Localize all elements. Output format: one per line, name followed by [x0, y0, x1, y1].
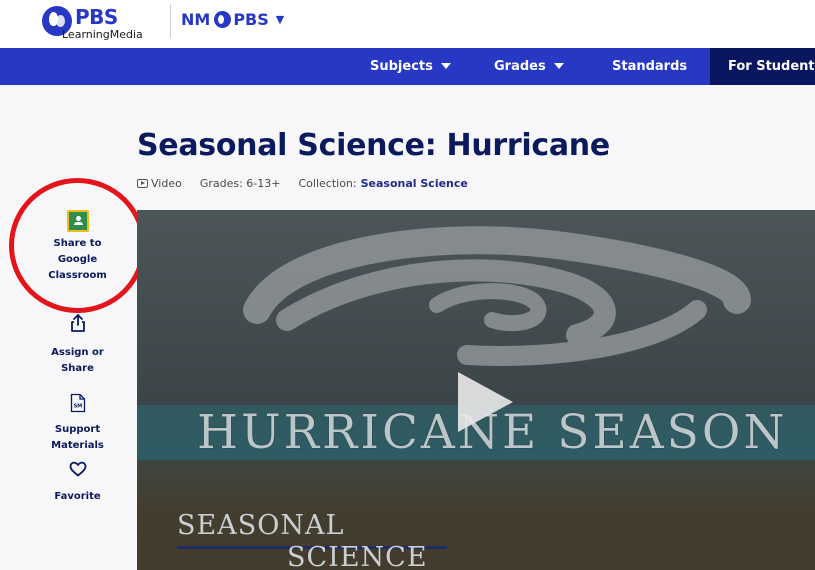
nav-standards-label: Standards	[612, 59, 688, 74]
assign-label-line1: Assign or	[51, 347, 104, 358]
station-selector[interactable]: NM PBS ▼	[181, 7, 284, 31]
highlight-circle	[9, 178, 146, 313]
caret-down-icon	[553, 63, 564, 69]
video-player[interactable]: HURRICANE SEASON SEASONAL SCIENCE	[137, 210, 815, 570]
logo-word: PBS	[75, 5, 118, 29]
assign-label-line2: Share	[61, 363, 94, 374]
caret-down-icon: ▼	[275, 12, 285, 26]
support-materials-icon: SM	[70, 393, 85, 413]
nav-for-students[interactable]: For Students	[710, 48, 815, 85]
page-title: Seasonal Science: Hurricane	[137, 128, 610, 163]
logo-subtitle: LearningMedia	[62, 28, 143, 41]
sm-icon-text: SM	[73, 404, 82, 410]
nav-standards[interactable]: Standards	[612, 48, 687, 85]
collection-link[interactable]: Seasonal Science	[361, 177, 468, 190]
collection-label: Collection:	[298, 177, 357, 190]
nav-grades-label: Grades	[494, 59, 546, 74]
support-label-line1: Support	[54, 424, 101, 435]
share-icon	[70, 314, 85, 332]
logo-bar: PBS LearningMedia NM PBS ▼	[0, 0, 815, 48]
nav-subjects[interactable]: Subjects	[370, 48, 451, 85]
favorite-label: Favorite	[54, 491, 101, 502]
main-nav: Subjects Grades Standards For Students	[0, 48, 815, 85]
pbs-learningmedia-logo[interactable]: PBS LearningMedia	[42, 5, 172, 42]
station-suffix: PBS	[233, 9, 269, 29]
favorite-button[interactable]: Favorite	[40, 461, 115, 505]
resource-meta: Video Grades: 6-13+ Collection: Seasonal…	[137, 177, 468, 190]
video-play-icon	[137, 179, 148, 188]
nav-for-students-label: For Students	[728, 59, 815, 74]
nav-subjects-label: Subjects	[370, 59, 433, 74]
caret-down-icon	[440, 63, 451, 69]
resource-grades: Grades: 6-13+	[199, 177, 281, 190]
video-play-button-icon[interactable]	[458, 372, 513, 432]
pbs-mini-logo-icon	[214, 10, 232, 28]
video-subtitle-line1: SEASONAL	[177, 510, 345, 541]
station-prefix: NM	[181, 9, 211, 29]
resource-type: Video	[151, 177, 182, 190]
support-materials-button[interactable]: SM Support Materials	[40, 393, 115, 454]
video-subtitle-line2: SCIENCE	[287, 542, 428, 570]
assign-or-share-button[interactable]: Assign or Share	[40, 313, 115, 377]
logo-divider	[170, 4, 171, 38]
support-label-line2: Materials	[51, 440, 104, 451]
heart-icon	[69, 461, 86, 477]
nav-grades[interactable]: Grades	[494, 48, 564, 85]
